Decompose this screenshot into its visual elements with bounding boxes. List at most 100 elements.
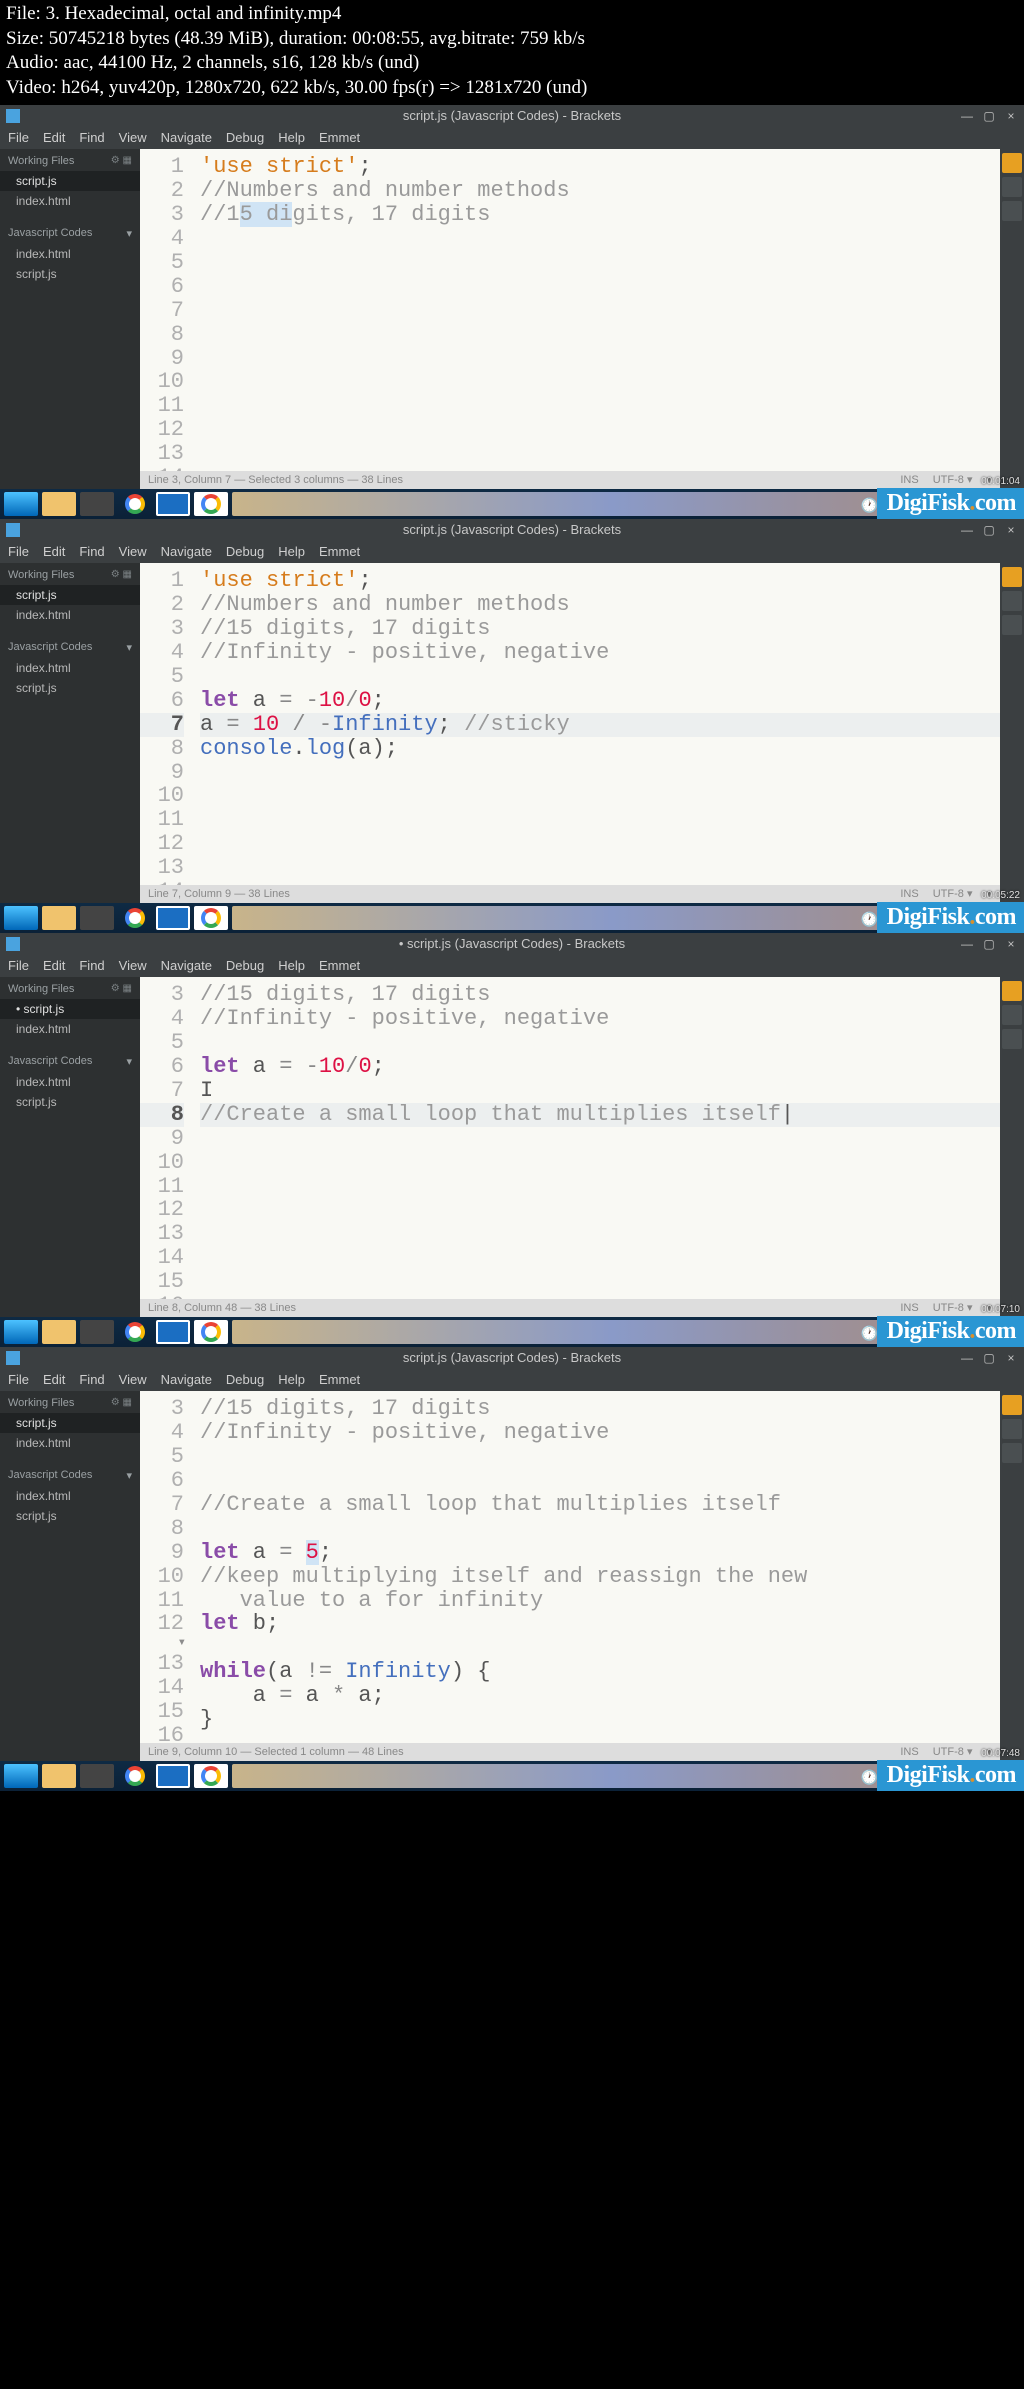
sidebar-item-script-js[interactable]: script.js (0, 1506, 140, 1526)
menu-file[interactable]: File (8, 958, 29, 973)
sidebar-item-script-js[interactable]: script.js (0, 1092, 140, 1112)
menu-edit[interactable]: Edit (43, 130, 65, 145)
menu-file[interactable]: File (8, 130, 29, 145)
maximize-button[interactable]: ▢ (982, 523, 996, 537)
chrome2-icon[interactable] (194, 1764, 228, 1788)
maximize-button[interactable]: ▢ (982, 109, 996, 123)
status-ins[interactable]: INS (900, 1302, 918, 1314)
project-header[interactable]: Javascript Codes ▾ (0, 1463, 140, 1486)
menu-find[interactable]: Find (79, 958, 104, 973)
explorer-icon[interactable] (42, 1320, 76, 1344)
sidebar-item-index-html[interactable]: index.html (0, 1486, 140, 1506)
start-button[interactable] (4, 1320, 38, 1344)
code-content[interactable]: 'use strict'; //Numbers and number metho… (194, 563, 1000, 885)
menu-navigate[interactable]: Navigate (161, 130, 212, 145)
close-button[interactable]: × (1004, 1351, 1018, 1365)
menu-view[interactable]: View (119, 1372, 147, 1387)
menu-debug[interactable]: Debug (226, 130, 264, 145)
minimize-button[interactable]: — (960, 937, 974, 951)
close-button[interactable]: × (1004, 523, 1018, 537)
project-header[interactable]: Javascript Codes ▾ (0, 635, 140, 658)
chrome-icon[interactable] (118, 492, 152, 516)
menu-find[interactable]: Find (79, 130, 104, 145)
menu-help[interactable]: Help (278, 130, 305, 145)
extensions-icon[interactable] (1002, 1419, 1022, 1439)
sidebar-item-script-js[interactable]: script.js (0, 264, 140, 284)
chrome-icon[interactable] (118, 1320, 152, 1344)
project-header[interactable]: Javascript Codes ▾ (0, 1049, 140, 1072)
menu-emmet[interactable]: Emmet (319, 544, 360, 559)
code-editor[interactable]: 3456789101112▾13141516//15 digits, 17 di… (140, 1391, 1000, 1761)
menu-navigate[interactable]: Navigate (161, 958, 212, 973)
sidebar-item-index-html[interactable]: index.html (0, 191, 140, 211)
minimize-button[interactable]: — (960, 109, 974, 123)
menu-edit[interactable]: Edit (43, 544, 65, 559)
menu-view[interactable]: View (119, 130, 147, 145)
menu-find[interactable]: Find (79, 1372, 104, 1387)
minimize-button[interactable]: — (960, 523, 974, 537)
sidebar-item-index-html[interactable]: index.html (0, 658, 140, 678)
chrome-icon[interactable] (118, 1764, 152, 1788)
brackets-icon[interactable] (156, 906, 190, 930)
sidebar-item-index-html[interactable]: index.html (0, 605, 140, 625)
menu-debug[interactable]: Debug (226, 544, 264, 559)
start-button[interactable] (4, 492, 38, 516)
app-icon[interactable] (80, 492, 114, 516)
status-encoding[interactable]: UTF-8 ▾ (933, 887, 973, 900)
explorer-icon[interactable] (42, 492, 76, 516)
menu-file[interactable]: File (8, 544, 29, 559)
status-ins[interactable]: INS (900, 888, 918, 900)
menu-debug[interactable]: Debug (226, 958, 264, 973)
menu-file[interactable]: File (8, 1372, 29, 1387)
menu-edit[interactable]: Edit (43, 1372, 65, 1387)
menu-navigate[interactable]: Navigate (161, 544, 212, 559)
code-content[interactable]: //15 digits, 17 digits //Infinity - posi… (194, 977, 1000, 1299)
chrome-icon[interactable] (118, 906, 152, 930)
menu-emmet[interactable]: Emmet (319, 958, 360, 973)
brackets-icon[interactable] (156, 1764, 190, 1788)
sidebar-item-index-html[interactable]: index.html (0, 1019, 140, 1039)
close-button[interactable]: × (1004, 937, 1018, 951)
code-content[interactable]: //15 digits, 17 digits //Infinity - posi… (194, 1391, 1000, 1743)
status-ins[interactable]: INS (900, 474, 918, 486)
extensions-icon[interactable] (1002, 1005, 1022, 1025)
maximize-button[interactable]: ▢ (982, 937, 996, 951)
chrome2-icon[interactable] (194, 492, 228, 516)
chrome2-icon[interactable] (194, 906, 228, 930)
rail-icon[interactable] (1002, 1029, 1022, 1049)
brackets-icon[interactable] (156, 1320, 190, 1344)
rail-icon[interactable] (1002, 201, 1022, 221)
code-content[interactable]: 'use strict'; //Numbers and number metho… (194, 149, 1000, 471)
menu-navigate[interactable]: Navigate (161, 1372, 212, 1387)
menu-debug[interactable]: Debug (226, 1372, 264, 1387)
status-encoding[interactable]: UTF-8 ▾ (933, 1745, 973, 1758)
sidebar-item-script-js[interactable]: script.js (0, 171, 140, 191)
menu-view[interactable]: View (119, 544, 147, 559)
code-editor[interactable]: 123456789101112131415'use strict'; //Num… (140, 149, 1000, 489)
status-encoding[interactable]: UTF-8 ▾ (933, 1301, 973, 1314)
project-header[interactable]: Javascript Codes ▾ (0, 221, 140, 244)
menu-help[interactable]: Help (278, 544, 305, 559)
maximize-button[interactable]: ▢ (982, 1351, 996, 1365)
status-ins[interactable]: INS (900, 1746, 918, 1758)
extensions-icon[interactable] (1002, 591, 1022, 611)
status-encoding[interactable]: UTF-8 ▾ (933, 473, 973, 486)
rail-icon[interactable] (1002, 615, 1022, 635)
menu-help[interactable]: Help (278, 958, 305, 973)
app-icon[interactable] (80, 1764, 114, 1788)
minimize-button[interactable]: — (960, 1351, 974, 1365)
menu-view[interactable]: View (119, 958, 147, 973)
code-editor[interactable]: 34567891011121314151617//15 digits, 17 d… (140, 977, 1000, 1317)
live-preview-icon[interactable] (1002, 153, 1022, 173)
live-preview-icon[interactable] (1002, 567, 1022, 587)
sidebar-item-script-js[interactable]: script.js (0, 585, 140, 605)
start-button[interactable] (4, 906, 38, 930)
sidebar-item-index-html[interactable]: index.html (0, 1072, 140, 1092)
chrome2-icon[interactable] (194, 1320, 228, 1344)
menu-edit[interactable]: Edit (43, 958, 65, 973)
close-button[interactable]: × (1004, 109, 1018, 123)
code-editor[interactable]: 123456789101112131415'use strict'; //Num… (140, 563, 1000, 903)
menu-find[interactable]: Find (79, 544, 104, 559)
sidebar-item-index-html[interactable]: index.html (0, 244, 140, 264)
sidebar-item-script-js[interactable]: script.js (0, 678, 140, 698)
